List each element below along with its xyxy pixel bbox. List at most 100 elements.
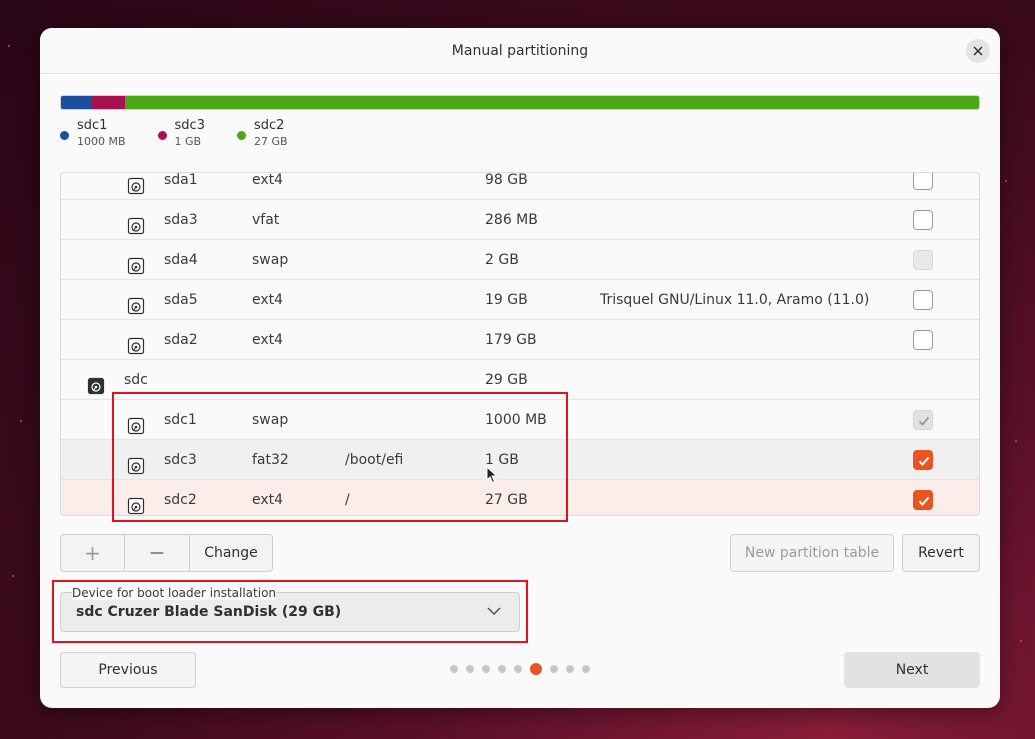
legend-dot [60, 131, 69, 140]
partition-type: swap [252, 412, 289, 428]
partition-mount-point: / [345, 492, 350, 508]
partition-device: sda3 [164, 212, 198, 228]
step-dot [498, 665, 506, 673]
partition-size: 2 GB [485, 252, 519, 268]
legend-item-sdc2: sdc2 27 GB [236, 118, 288, 149]
format-checkbox[interactable] [913, 250, 933, 270]
legend-size: 27 GB [253, 135, 288, 148]
legend-item-sdc3: sdc3 1 GB [157, 118, 205, 149]
add-partition-button[interactable]: + [61, 535, 125, 571]
partition-toolbar: + — Change [60, 534, 273, 572]
format-checkbox[interactable] [913, 210, 933, 230]
legend-size: 1 GB [174, 135, 202, 148]
partition-system: Trisquel GNU/Linux 11.0, Aramo (11.0) [600, 292, 870, 308]
background-star [8, 45, 10, 47]
format-checkbox[interactable] [913, 330, 933, 350]
partition-type: ext4 [252, 332, 284, 348]
change-partition-button[interactable]: Change [190, 535, 272, 571]
revert-button[interactable]: Revert [902, 534, 980, 572]
partition-row-sda3[interactable]: sda3 vfat 286 MB [61, 200, 979, 240]
legend-size: 1000 MB [77, 135, 126, 148]
step-dot [514, 665, 522, 673]
manual-partitioning-window: Manual partitioning sdc1 1000 MB sdc3 1 … [40, 28, 1000, 708]
background-star [1020, 640, 1022, 642]
partition-device: sda2 [164, 332, 198, 348]
close-button[interactable] [966, 39, 990, 63]
format-checkbox[interactable] [913, 290, 933, 310]
background-star [1015, 440, 1017, 442]
partition-row-sdc2[interactable]: sdc2 ext4 / 27 GB [61, 480, 979, 515]
legend-name: sdc2 [253, 118, 285, 133]
partition-row-sda1[interactable]: sda1 ext4 98 GB [61, 172, 979, 200]
partition-type: ext4 [252, 172, 284, 188]
partition-row-sda5[interactable]: sda5 ext4 19 GB Trisquel GNU/Linux 11.0, Ar… [61, 280, 979, 320]
partition-row-sdc[interactable]: sdc 29 GB [61, 360, 979, 400]
partition-type: ext4 [252, 492, 284, 508]
partition-row-sdc3[interactable]: sdc3 fat32/boot/efi 1 GB [61, 440, 979, 480]
partition-icon [127, 451, 145, 475]
step-dot [566, 665, 574, 673]
partition-size: 29 GB [485, 372, 528, 388]
partition-row-sda4[interactable]: sda4 swap 2 GB [61, 240, 979, 280]
partition-device: sda1 [164, 172, 198, 188]
legend-dot [236, 131, 246, 140]
remove-partition-button[interactable]: — [125, 535, 190, 571]
partition-size: 179 GB [485, 332, 537, 348]
window-title: Manual partitioning [451, 43, 589, 59]
background-star [12, 575, 14, 577]
partition-device: sda5 [164, 292, 198, 308]
bootloader-label: Device for boot loader installation [72, 586, 277, 600]
partition-table: sda1 ext4 98 GB sda3 vfat 286 MB sda4 swap 2 G… [60, 172, 980, 516]
drive-icon [87, 371, 105, 395]
usage-legend: sdc1 1000 MB sdc3 1 GB sdc2 27 GB [60, 118, 320, 149]
partition-icon [127, 491, 145, 515]
partition-size: 98 GB [485, 172, 528, 188]
partition-row-sdc1[interactable]: sdc1 swap 1000 MB [61, 400, 979, 440]
partition-size: 19 GB [485, 292, 528, 308]
step-dot [466, 665, 474, 673]
mouse-cursor-icon [486, 466, 498, 484]
partition-icon [127, 291, 145, 315]
background-star [20, 420, 22, 422]
step-dot [582, 665, 590, 673]
new-partition-table-button[interactable]: New partition table [730, 534, 894, 572]
disk-usage-bar [60, 95, 980, 110]
partition-device: sda4 [164, 252, 198, 268]
step-dot [482, 665, 490, 673]
partition-type: vfat [252, 212, 280, 228]
step-dot-active [530, 663, 542, 675]
format-checkbox[interactable] [913, 173, 933, 190]
partition-type: ext4 [252, 292, 284, 308]
partition-icon [127, 173, 145, 195]
format-checkbox[interactable] [913, 450, 933, 470]
step-dot [450, 665, 458, 673]
partition-icon [127, 211, 145, 235]
partition-icon [127, 331, 145, 355]
partition-device: sdc1 [164, 412, 197, 428]
legend-name: sdc1 [77, 118, 108, 133]
partition-size: 286 MB [485, 212, 538, 228]
usage-segment-sdc1 [61, 96, 93, 109]
chevron-down-icon [487, 607, 501, 616]
close-icon [973, 46, 983, 56]
partition-row-sda2[interactable]: sda2 ext4 179 GB [61, 320, 979, 360]
partition-type: fat32 [252, 452, 289, 468]
partition-size: 1000 MB [485, 412, 547, 428]
partition-device: sdc3 [164, 452, 197, 468]
partition-type: swap [252, 252, 289, 268]
step-dot [550, 665, 558, 673]
next-button[interactable]: Next [844, 652, 980, 688]
partition-device: sdc2 [164, 492, 197, 508]
background-star [1005, 180, 1007, 182]
partition-mount-point: /boot/efi [345, 452, 404, 468]
titlebar: Manual partitioning [40, 28, 1000, 74]
previous-button[interactable]: Previous [60, 652, 196, 688]
step-indicator [450, 663, 598, 675]
legend-name: sdc3 [174, 118, 205, 133]
format-checkbox[interactable] [913, 490, 933, 510]
usage-segment-sdc3 [92, 96, 126, 109]
legend-dot [157, 131, 167, 140]
legend-item-sdc1: sdc1 1000 MB [60, 118, 126, 149]
format-checkbox[interactable] [913, 410, 933, 430]
partition-icon [127, 251, 145, 275]
